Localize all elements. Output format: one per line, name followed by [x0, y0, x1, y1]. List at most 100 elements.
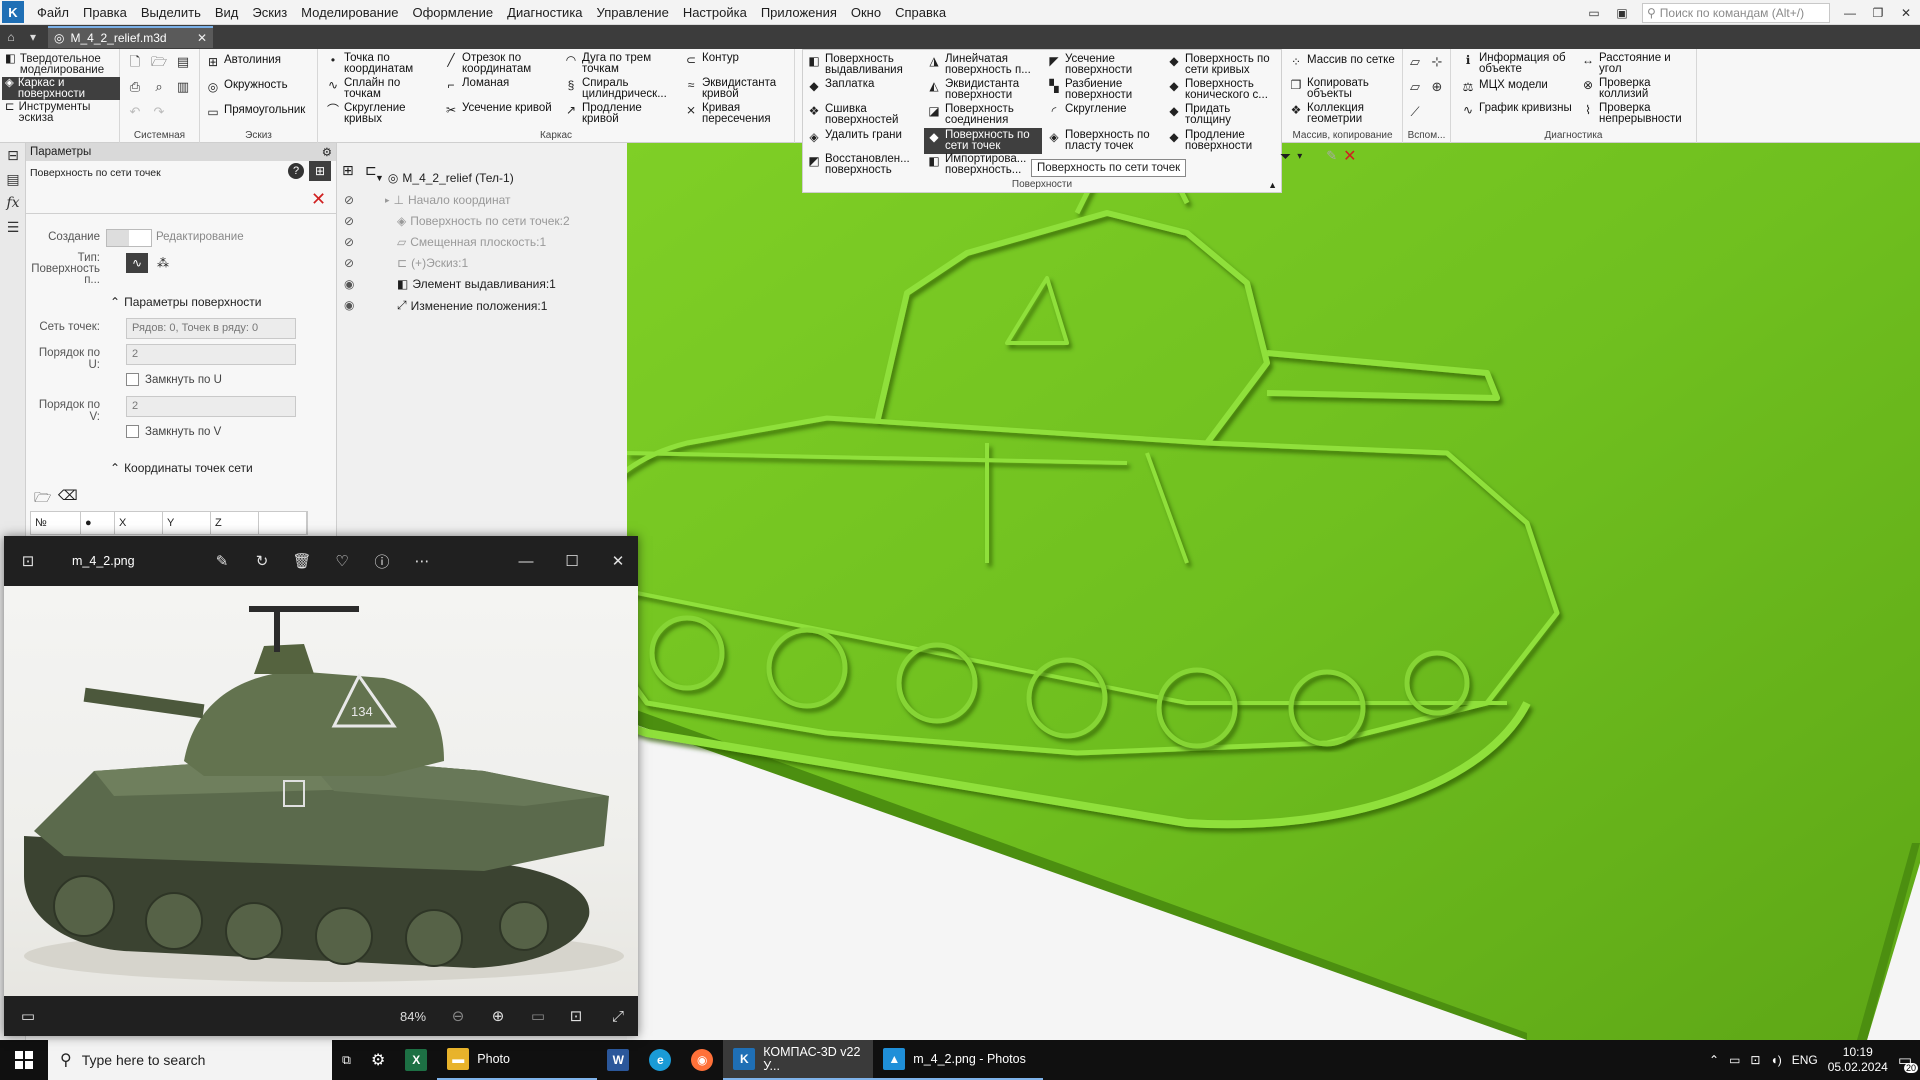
kompas-logo-icon[interactable]: K — [2, 1, 24, 23]
undo-icon[interactable]: ↶ — [127, 104, 143, 120]
hidden-eye-icon[interactable]: ⊘ — [344, 193, 354, 207]
filter-dropdown-icon[interactable]: ▾ — [1297, 151, 1302, 162]
stitch-surfaces-button[interactable]: ❖ Сшивка поверхностей — [807, 103, 919, 126]
open-folder-icon[interactable]: 🗁 — [151, 54, 167, 70]
tree-root[interactable]: ▼ ◎ M_4_2_relief (Тел-1) — [375, 171, 514, 185]
rotate-icon[interactable]: ↻ — [250, 552, 274, 570]
3d-viewport[interactable] — [627, 143, 1920, 1040]
tab-list-chevron-icon[interactable]: ▾ — [22, 25, 44, 49]
conic-surface-button[interactable]: ◆ Поверхность конического с... — [1167, 78, 1279, 101]
favorite-heart-icon[interactable]: ♡ — [330, 552, 354, 570]
eye-icon[interactable]: ◉ — [344, 277, 354, 291]
screen-icon[interactable]: ▣ — [1608, 2, 1636, 24]
type-grid-icon[interactable]: ∿ — [126, 253, 148, 273]
hidden-eye-icon[interactable]: ⊘ — [344, 256, 354, 270]
rectangle-button[interactable]: ▭ Прямоугольник — [206, 104, 305, 119]
info-icon[interactable]: ⓘ — [370, 551, 394, 572]
point-aux-icon[interactable]: ⊕ — [1429, 79, 1445, 95]
photos-app-button[interactable]: ▲ m_4_2.png - Photos — [873, 1040, 1044, 1080]
menu-sketch[interactable]: Эскиз — [245, 0, 294, 25]
delete-faces-button[interactable]: ◈ Удалить грани — [807, 129, 919, 144]
save-all-icon[interactable]: ▥ — [175, 79, 191, 95]
fillet-curves-button[interactable]: ⌒ Скругление кривых — [326, 102, 436, 125]
settings-app-button[interactable]: ⚙ — [361, 1040, 395, 1080]
geometry-collection-button[interactable]: ❖ Коллекция геометрии — [1289, 102, 1401, 125]
show-hidden-icons-chevron-icon[interactable]: ⌃ — [1709, 1053, 1719, 1067]
tree-item-position-change[interactable]: ⤢ Изменение положения:1 — [397, 298, 547, 313]
polyline-button[interactable]: ⌐ Ломаная — [444, 77, 554, 92]
cancel-operation-icon[interactable]: ✕ — [311, 189, 326, 210]
menu-lines-icon[interactable]: ☰ — [0, 215, 26, 239]
solid-modeling-mode-button[interactable]: ◧ Твердотельное моделирование — [2, 53, 120, 76]
menu-modeling[interactable]: Моделирование — [294, 0, 405, 25]
document-tab[interactable]: ◎ M_4_2_relief.m3d ✕ — [48, 26, 213, 48]
fillet-button[interactable]: ◜ Скругление — [1047, 103, 1159, 118]
object-info-button[interactable]: ℹ Информация об объекте — [1461, 52, 1573, 75]
firefox-app-button[interactable]: ◉ — [681, 1040, 723, 1080]
extend-surface-button[interactable]: ◆ Продление поверхности — [1167, 129, 1279, 152]
notification-center-icon[interactable]: ▭ 20 — [1898, 1051, 1918, 1073]
mass-properties-button[interactable]: ⚖ МЦХ модели — [1461, 79, 1573, 94]
menu-diagnostics[interactable]: Диагностика — [500, 0, 589, 25]
split-surface-button[interactable]: ▚ Разбиение поверхности — [1047, 78, 1159, 101]
curvature-graph-button[interactable]: ∿ График кривизны — [1461, 102, 1573, 117]
circle-button[interactable]: ◎ Окружность — [206, 79, 288, 94]
order-v-field[interactable]: 2 — [126, 396, 296, 417]
clock[interactable]: 10:19 05.02.2024 — [1828, 1045, 1888, 1075]
ruled-surface-button[interactable]: ◮ Линейчатая поверхность п... — [927, 53, 1042, 76]
kompas-app-button[interactable]: K КОМПАС-3D v22 У... — [723, 1040, 874, 1080]
surface-params-section[interactable]: ⌃ Параметры поверхности — [110, 295, 262, 309]
blend-surface-button[interactable]: ◪ Поверхность соединения — [927, 103, 1042, 126]
type-points-icon[interactable]: ⁂ — [152, 253, 174, 273]
tree-toggle-icon[interactable]: ⊞ — [309, 161, 331, 181]
tank-photo[interactable]: 134 — [4, 586, 638, 996]
tree-view-icon[interactable]: ⊞ — [342, 162, 354, 179]
tree-item-offset-plane[interactable]: ⏥ Смещенная плоскость:1 — [397, 235, 546, 249]
explorer-photo-button[interactable]: ▬ Photo — [437, 1040, 598, 1080]
layout-icon[interactable]: ▭ — [1580, 2, 1608, 24]
menu-select[interactable]: Выделить — [134, 0, 208, 25]
offset-plane-icon[interactable]: ⏥ — [1407, 79, 1423, 95]
close-button[interactable]: ✕ — [1892, 2, 1920, 24]
restore-button[interactable]: ❐ — [1864, 2, 1892, 24]
imported-surface-button[interactable]: ◧ Импортирова... поверхность... — [927, 153, 1042, 176]
sketch-tools-mode-button[interactable]: ⊏ Инструменты эскиза — [2, 101, 120, 124]
create-edit-toggle[interactable] — [106, 229, 152, 247]
grid-array-button[interactable]: ⁘ Массив по сетке — [1289, 54, 1401, 69]
trim-surface-button[interactable]: ◤ Усечение поверхности — [1047, 53, 1159, 76]
continuity-check-button[interactable]: ⌇ Проверка непрерывности — [1581, 102, 1693, 125]
surface-by-point-cloud-button[interactable]: ◈ Поверхность по пласту точек — [1047, 129, 1159, 152]
collapse-chevron-icon[interactable]: ▲ — [1268, 180, 1277, 190]
gear-icon[interactable]: ⚙ — [322, 144, 332, 162]
close-tab-icon[interactable]: ✕ — [197, 31, 207, 45]
eye-icon[interactable]: ◉ — [344, 298, 354, 312]
tree-panel-icon[interactable]: ⊟ — [0, 143, 26, 167]
actual-size-icon[interactable]: ⊡ — [564, 1007, 588, 1025]
save-icon[interactable]: ▤ — [175, 54, 191, 70]
trim-curve-button[interactable]: ✂ Усечение кривой — [444, 102, 554, 117]
menu-management[interactable]: Управление — [590, 0, 676, 25]
segment-by-coords-button[interactable]: ╱ Отрезок по координатам — [444, 52, 554, 75]
edit-image-icon[interactable]: ✎ — [210, 552, 234, 570]
point-grid-field[interactable]: Рядов: 0, Точек в ряду: 0 — [126, 318, 296, 339]
taskbar-search-box[interactable]: ⚲ Type here to search — [48, 1040, 332, 1080]
spline-by-points-button[interactable]: ∿ Сплайн по точкам — [326, 77, 436, 100]
more-options-icon[interactable]: ⋯ — [410, 552, 434, 570]
line-aux-icon[interactable]: ⟋ — [1407, 104, 1423, 120]
tree-item-point-grid-surface[interactable]: ◈ Поверхность по сети точек:2 — [397, 214, 570, 228]
copy-objects-button[interactable]: ❐ Копировать объекты — [1289, 77, 1401, 100]
menu-settings[interactable]: Настройка — [676, 0, 754, 25]
maximize-button[interactable]: ☐ — [560, 552, 584, 570]
task-view-button[interactable]: ⧉ — [332, 1040, 361, 1080]
preview-icon[interactable]: ⌕ — [151, 79, 167, 95]
cancel-icon[interactable]: ✕ — [1343, 146, 1356, 166]
delete-icon[interactable]: 🗑 — [290, 552, 314, 570]
add-thickness-button[interactable]: ◆ Придать толщину — [1167, 103, 1279, 126]
menu-formatting[interactable]: Оформление — [405, 0, 500, 25]
cylindrical-spiral-button[interactable]: § Спираль цилиндрическ... — [564, 77, 674, 100]
start-button[interactable] — [0, 1040, 48, 1080]
close-v-checkbox[interactable]: Замкнуть по V — [126, 425, 221, 438]
offset-curve-button[interactable]: ≈ Эквидистанта кривой — [684, 77, 789, 100]
extrusion-surface-button[interactable]: ◧ Поверхность выдавливания — [807, 53, 919, 76]
menu-window[interactable]: Окно — [844, 0, 888, 25]
